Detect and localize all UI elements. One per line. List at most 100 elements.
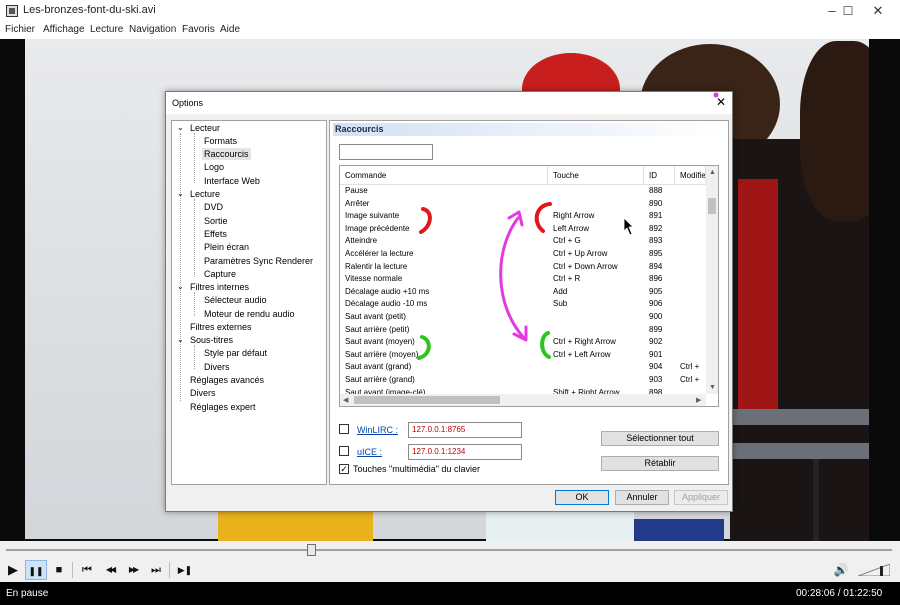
column-header-commande[interactable]: Commande bbox=[340, 166, 548, 185]
previous-button[interactable]: ⏮ bbox=[76, 560, 98, 580]
tree-collapse-icon[interactable]: ⌄ bbox=[177, 283, 184, 291]
table-row[interactable]: Saut avant (moyen) Ctrl + Right Arrow 902 bbox=[340, 337, 706, 350]
table-row[interactable]: Pause 888 bbox=[340, 186, 706, 199]
rewind-button[interactable]: ◀◀ bbox=[99, 560, 121, 580]
table-row[interactable]: Décalage audio +10 ms Add 905 bbox=[340, 287, 706, 300]
tree-collapse-icon[interactable]: ⌄ bbox=[177, 124, 184, 132]
table-row[interactable]: Saut arrière (moyen) Ctrl + Left Arrow 901 bbox=[340, 350, 706, 363]
table-row[interactable]: Atteindre Ctrl + G 893 bbox=[340, 236, 706, 249]
table-row[interactable]: Saut arrière (petit) 899 bbox=[340, 325, 706, 338]
tree-node-divers[interactable]: Divers bbox=[190, 387, 216, 399]
table-row[interactable]: Arrêter 890 bbox=[340, 199, 706, 212]
table-row[interactable]: Image précédente Left Arrow 892 bbox=[340, 224, 706, 237]
close-button[interactable]: ✕ bbox=[855, 0, 900, 22]
ok-button[interactable]: OK bbox=[555, 490, 609, 505]
tree-collapse-icon[interactable]: ⌄ bbox=[177, 190, 184, 198]
play-button[interactable]: ▶ bbox=[2, 560, 24, 580]
tree-node-moteur-rendu-audio[interactable]: Moteur de rendu audio bbox=[204, 308, 295, 320]
cancel-button[interactable]: Annuler bbox=[615, 490, 669, 505]
menu-navigation[interactable]: Navigation bbox=[129, 24, 176, 35]
menu-affichage[interactable]: Affichage bbox=[43, 24, 85, 35]
controls-separator bbox=[169, 562, 170, 578]
tree-node-reglages-avances[interactable]: Réglages avancés bbox=[190, 374, 264, 386]
scroll-down-icon[interactable]: ▼ bbox=[709, 384, 716, 391]
vertical-scroll-thumb[interactable] bbox=[708, 198, 716, 214]
table-row[interactable]: Décalage audio -10 ms Sub 906 bbox=[340, 299, 706, 312]
tree-line bbox=[180, 133, 181, 401]
tree-node-sous-titres[interactable]: Sous-titres bbox=[190, 334, 233, 346]
uice-link[interactable]: uICE : bbox=[357, 447, 382, 457]
menu-favoris[interactable]: Favoris bbox=[182, 24, 215, 35]
next-button[interactable]: ⏭ bbox=[145, 560, 167, 580]
tree-node-sync-renderer[interactable]: Paramètres Sync Renderer bbox=[204, 255, 313, 267]
select-all-button[interactable]: Sélectionner tout bbox=[601, 431, 719, 446]
seek-bar[interactable] bbox=[0, 541, 900, 558]
table-row[interactable]: Saut avant (grand) 904 Ctrl + bbox=[340, 362, 706, 375]
cell-id: 902 bbox=[649, 337, 663, 347]
tree-node-style-defaut[interactable]: Style par défaut bbox=[204, 347, 267, 359]
table-row[interactable]: Image suivante Right Arrow 891 bbox=[340, 211, 706, 224]
tree-node-raccourcis[interactable]: Raccourcis bbox=[202, 148, 251, 160]
tree-node-sortie[interactable]: Sortie bbox=[204, 215, 228, 227]
tree-node-formats[interactable]: Formats bbox=[204, 135, 237, 147]
tree-node-filtres-internes[interactable]: Filtres internes bbox=[190, 281, 249, 293]
tree-node-dvd[interactable]: DVD bbox=[204, 201, 223, 213]
menu-fichier[interactable]: Fichier bbox=[5, 24, 35, 35]
table-header: Commande Touche ID Modifier bbox=[340, 166, 706, 185]
frame-step-button[interactable]: ▶❚ bbox=[174, 560, 196, 580]
column-header-modifier[interactable]: Modifier bbox=[675, 166, 706, 185]
reset-button[interactable]: Rétablir bbox=[601, 456, 719, 471]
tree-node-lecture[interactable]: Lecture bbox=[190, 188, 220, 200]
menu-aide[interactable]: Aide bbox=[220, 24, 240, 35]
tree-node-capture[interactable]: Capture bbox=[204, 268, 236, 280]
menu-lecture[interactable]: Lecture bbox=[90, 24, 123, 35]
dialog-title: Options bbox=[172, 98, 204, 108]
uice-address-field[interactable]: 127.0.0.1:1234 bbox=[408, 444, 522, 460]
tree-node-selecteur-audio[interactable]: Sélecteur audio bbox=[204, 294, 267, 306]
tree-node-divers-sous-titres[interactable]: Divers bbox=[204, 361, 230, 373]
table-row[interactable]: Ralentir la lecture Ctrl + Down Arrow 894 bbox=[340, 262, 706, 275]
table-horizontal-scrollbar[interactable]: ◀ ▶ bbox=[340, 394, 706, 406]
cell-command: Image précédente bbox=[345, 223, 410, 233]
volume-icon[interactable]: 🔊 bbox=[830, 560, 852, 580]
cell-id: 899 bbox=[649, 324, 663, 334]
uice-checkbox[interactable] bbox=[339, 446, 349, 456]
winlirc-checkbox[interactable] bbox=[339, 424, 349, 434]
tree-node-logo[interactable]: Logo bbox=[204, 161, 224, 173]
fast-forward-button[interactable]: ▶▶ bbox=[122, 560, 144, 580]
table-row[interactable]: Saut arrière (grand) 903 Ctrl + bbox=[340, 375, 706, 388]
multimedia-keys-checkbox[interactable]: ✓ bbox=[339, 464, 349, 474]
window-title: Les-bronzes-font-du-ski.avi bbox=[23, 4, 156, 16]
shortcut-filter-input[interactable] bbox=[339, 144, 433, 160]
winlirc-address-field[interactable]: 127.0.0.1:8765 bbox=[408, 422, 522, 438]
pause-button[interactable]: ❚❚ bbox=[25, 560, 47, 580]
column-header-id[interactable]: ID bbox=[644, 166, 675, 185]
scroll-right-icon[interactable]: ▶ bbox=[696, 396, 701, 404]
column-header-touche[interactable]: Touche bbox=[548, 166, 644, 185]
tree-node-reglages-expert[interactable]: Réglages expert bbox=[190, 401, 256, 413]
dialog-close-icon[interactable]: ✕ bbox=[714, 95, 728, 109]
panel-title: Raccourcis bbox=[333, 123, 726, 136]
volume-slider[interactable] bbox=[858, 564, 890, 576]
cell-command: Image suivante bbox=[345, 211, 400, 221]
apply-button[interactable]: Appliquer bbox=[674, 490, 728, 505]
tree-node-filtres-externes[interactable]: Filtres externes bbox=[190, 321, 252, 333]
cell-id: 894 bbox=[649, 261, 663, 271]
tree-node-effets[interactable]: Effets bbox=[204, 228, 227, 240]
table-row[interactable]: Accélérer la lecture Ctrl + Up Arrow 895 bbox=[340, 249, 706, 262]
seek-thumb[interactable] bbox=[307, 544, 317, 556]
seek-track[interactable] bbox=[6, 549, 892, 551]
cell-key: Left Arrow bbox=[553, 223, 590, 233]
stop-button[interactable]: ■ bbox=[48, 560, 70, 580]
tree-node-plein-ecran[interactable]: Plein écran bbox=[204, 241, 249, 253]
table-row[interactable]: Vitesse normale Ctrl + R 896 bbox=[340, 274, 706, 287]
scroll-left-icon[interactable]: ◀ bbox=[343, 396, 348, 404]
winlirc-link[interactable]: WinLIRC : bbox=[357, 425, 398, 435]
tree-collapse-icon[interactable]: ⌄ bbox=[177, 336, 184, 344]
scroll-up-icon[interactable]: ▲ bbox=[709, 169, 716, 176]
tree-node-interface-web[interactable]: Interface Web bbox=[204, 175, 260, 187]
horizontal-scroll-thumb[interactable] bbox=[354, 396, 500, 404]
table-row[interactable]: Saut avant (petit) 900 bbox=[340, 312, 706, 325]
tree-node-lecteur[interactable]: Lecteur bbox=[190, 122, 220, 134]
table-vertical-scrollbar[interactable]: ▲ ▼ bbox=[706, 166, 718, 394]
